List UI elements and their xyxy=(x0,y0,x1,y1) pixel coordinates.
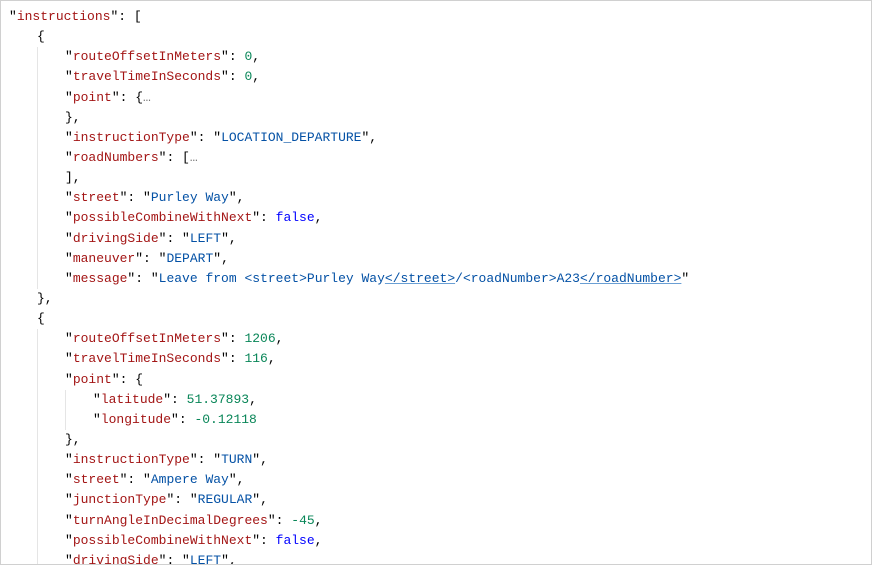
code-line: "routeOffsetInMeters": 0, xyxy=(5,47,867,67)
json-key: street xyxy=(73,472,120,487)
json-string: LOCATION_DEPARTURE xyxy=(221,130,361,145)
json-key: possibleCombineWithNext xyxy=(73,533,252,548)
json-string: </roadNumber> xyxy=(580,271,681,286)
json-key: longitude xyxy=(101,412,171,427)
code-line: "turnAngleInDecimalDegrees": -45, xyxy=(5,511,867,531)
json-code-panel: "instructions": [ { "routeOffsetInMeters… xyxy=(0,0,872,565)
code-line: "street": "Purley Way", xyxy=(5,188,867,208)
json-key: message xyxy=(73,271,128,286)
code-line: "possibleCombineWithNext": false, xyxy=(5,208,867,228)
json-key: point xyxy=(73,372,112,387)
code-line: "drivingSide": "LEFT", xyxy=(5,229,867,249)
code-line: }, xyxy=(5,108,867,128)
json-string: A23 xyxy=(557,271,580,286)
json-key: possibleCombineWithNext xyxy=(73,210,252,225)
code-line: }, xyxy=(5,289,867,309)
code-line: "maneuver": "DEPART", xyxy=(5,249,867,269)
code-line: }, xyxy=(5,430,867,450)
json-number: 116 xyxy=(244,351,267,366)
json-boolean: false xyxy=(276,210,315,225)
json-key: routeOffsetInMeters xyxy=(73,331,221,346)
json-string: Leave from xyxy=(159,271,245,286)
json-number: -45 xyxy=(291,513,314,528)
code-line: "travelTimeInSeconds": 0, xyxy=(5,67,867,87)
code-line: "possibleCombineWithNext": false, xyxy=(5,531,867,551)
json-string: Ampere Way xyxy=(151,472,229,487)
json-string: LEFT xyxy=(190,231,221,246)
json-key: drivingSide xyxy=(73,231,159,246)
code-line: "instructions": [ xyxy=(5,7,867,27)
code-line: "message": "Leave from <street>Purley Wa… xyxy=(5,269,867,289)
json-number: 1206 xyxy=(244,331,275,346)
ellipsis-icon[interactable]: … xyxy=(190,150,198,165)
json-key: maneuver xyxy=(73,251,135,266)
code-line: "roadNumbers": [… xyxy=(5,148,867,168)
json-string: Purley Way xyxy=(307,271,385,286)
code-line: "point": {… xyxy=(5,88,867,108)
json-string: / xyxy=(455,271,463,286)
json-key: point xyxy=(73,90,112,105)
json-key: turnAngleInDecimalDegrees xyxy=(73,513,268,528)
json-key: instructionType xyxy=(73,452,190,467)
code-line: "junctionType": "REGULAR", xyxy=(5,490,867,510)
json-string: <street> xyxy=(244,271,306,286)
json-string: TURN xyxy=(221,452,252,467)
json-key: travelTimeInSeconds xyxy=(73,69,221,84)
json-key: roadNumbers xyxy=(73,150,159,165)
code-line: { xyxy=(5,309,867,329)
code-line: { xyxy=(5,27,867,47)
code-line: "street": "Ampere Way", xyxy=(5,470,867,490)
json-boolean: false xyxy=(276,533,315,548)
json-number: -0.12118 xyxy=(194,412,256,427)
code-line: "latitude": 51.37893, xyxy=(5,390,867,410)
json-string: </street> xyxy=(385,271,455,286)
code-line: "routeOffsetInMeters": 1206, xyxy=(5,329,867,349)
code-line: "point": { xyxy=(5,370,867,390)
json-string: Purley Way xyxy=(151,190,229,205)
code-line: "instructionType": "LOCATION_DEPARTURE", xyxy=(5,128,867,148)
code-line: ], xyxy=(5,168,867,188)
json-string: REGULAR xyxy=(198,492,253,507)
json-string: LEFT xyxy=(190,553,221,565)
code-line: "drivingSide": "LEFT", xyxy=(5,551,867,565)
code-line: "instructionType": "TURN", xyxy=(5,450,867,470)
json-key: instructionType xyxy=(73,130,190,145)
json-key: drivingSide xyxy=(73,553,159,565)
json-string: DEPART xyxy=(166,251,213,266)
json-key: latitude xyxy=(101,392,163,407)
json-key: routeOffsetInMeters xyxy=(73,49,221,64)
json-key: street xyxy=(73,190,120,205)
json-number: 51.37893 xyxy=(187,392,249,407)
json-string: <roadNumber> xyxy=(463,271,557,286)
ellipsis-icon[interactable]: … xyxy=(143,90,151,105)
json-key: junctionType xyxy=(73,492,167,507)
code-line: "travelTimeInSeconds": 116, xyxy=(5,349,867,369)
json-key: instructions xyxy=(17,9,111,24)
code-line: "longitude": -0.12118 xyxy=(5,410,867,430)
json-key: travelTimeInSeconds xyxy=(73,351,221,366)
